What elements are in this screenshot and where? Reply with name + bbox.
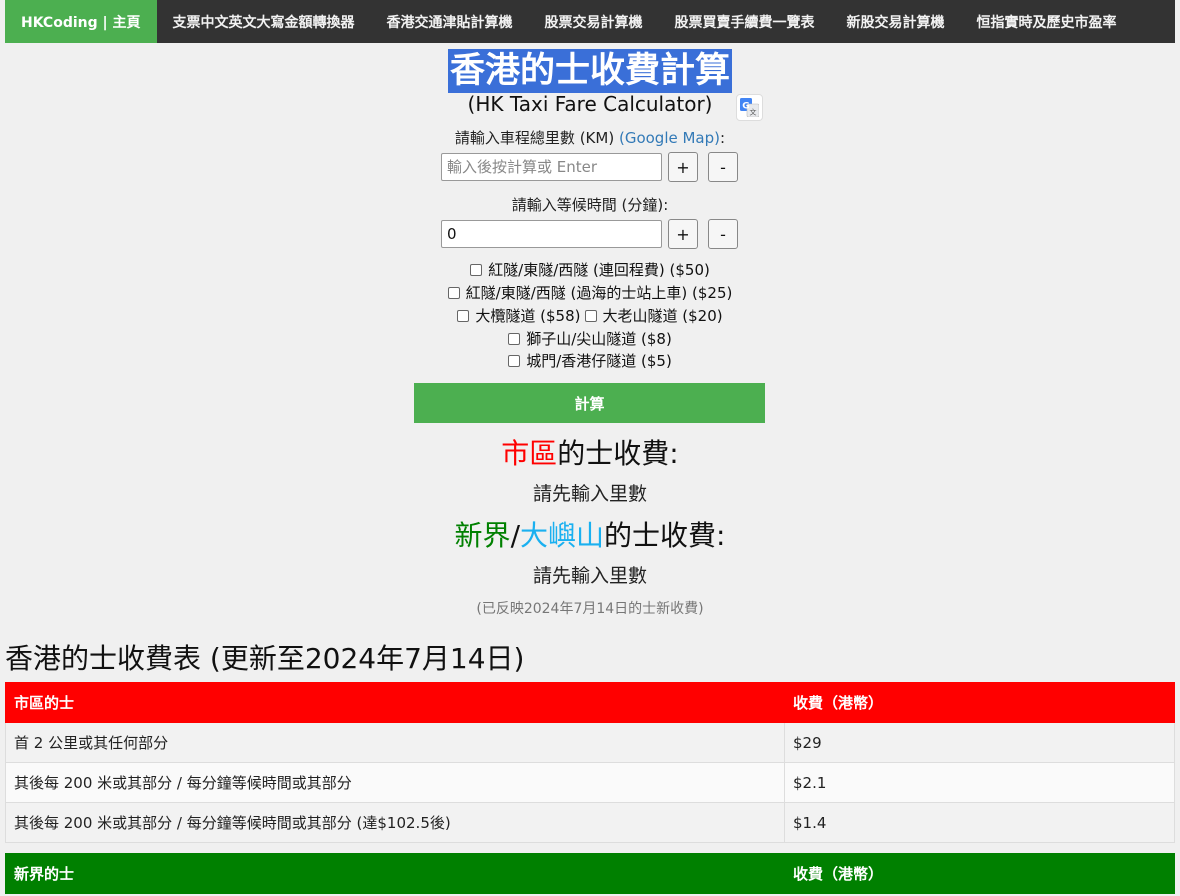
cross-harbour-return-label: 紅隧/東隧/西隧 (連回程費) ($50)	[488, 261, 710, 279]
table-cell: 其後每 200 米或其部分 / 每分鐘等候時間或其部分	[5, 762, 785, 803]
svg-text:文: 文	[750, 108, 757, 117]
urban-fare-label: 的士收費:	[557, 437, 679, 470]
nav-item-hsi-pe[interactable]: 恒指實時及歷史市盈率	[961, 0, 1133, 43]
table-header-row: 新界的士 收費（港幣）	[5, 853, 1175, 894]
table-header-row: 市區的士 收費（港幣）	[5, 682, 1175, 723]
calculate-button[interactable]: 計算	[414, 383, 765, 423]
urban-fare-heading: 市區的士收費:	[0, 432, 1180, 472]
table-cell: $29	[784, 722, 1175, 763]
cross-harbour-stand-label: 紅隧/東隧/西隧 (過海的士站上車) ($25)	[465, 284, 733, 302]
nav-item-stock-calculator[interactable]: 股票交易計算機	[529, 0, 659, 43]
table-row: 其後每 200 米或其部分 / 每分鐘等候時間或其部分 (達$102.5後) $…	[5, 802, 1175, 843]
google-translate-icon[interactable]: G 文	[736, 94, 763, 121]
tai-lo-shan-label: 大老山隧道 ($20)	[602, 307, 723, 325]
table-cell: $1.4	[784, 802, 1175, 843]
nt-label: 新界	[454, 519, 511, 552]
waiting-minus-button[interactable]: -	[708, 219, 738, 249]
table-cell: 其後每 200 米或其部分 / 每分鐘等候時間或其部分 (達$102.5後)	[5, 802, 785, 843]
nav-item-cheque-converter[interactable]: 支票中文英文大寫金額轉換器	[157, 0, 371, 43]
table-row: 首 2 公里或其任何部分 $29	[5, 722, 1175, 763]
tai-lam-label: 大欖隧道 ($58)	[475, 307, 581, 325]
checkbox-cross-harbour-stand[interactable]	[447, 287, 460, 299]
urban-fare-result: 請先輸入里數	[532, 483, 647, 505]
distance-plus-button[interactable]: +	[668, 152, 698, 182]
nav-item-ipo-calculator[interactable]: 新股交易計算機	[831, 0, 961, 43]
fare-table-title: 香港的士收費表 (更新至2024年7月14日)	[5, 642, 525, 675]
distance-label: 請輸入車程總里數 (KM) (Google Map):	[0, 127, 1180, 148]
table-cell: 首 2 公里或其任何部分	[5, 722, 785, 763]
tunnel-option-row-5: 城門/香港仔隧道 ($5)	[0, 350, 1180, 372]
nt-slash: /	[510, 519, 520, 552]
nav-item-home[interactable]: HKCoding | 主頁	[5, 0, 157, 43]
tunnel-option-row-1: 紅隧/東隧/西隧 (連回程費) ($50)	[0, 259, 1180, 281]
checkbox-lion-rock[interactable]	[508, 333, 521, 345]
nav-item-transport-subsidy[interactable]: 香港交通津貼計算機	[371, 0, 529, 43]
checkbox-tai-lam[interactable]	[457, 310, 470, 322]
page-title: 香港的士收費計算	[447, 49, 732, 93]
table-header-cell: 收費（港幣）	[784, 853, 1175, 894]
waiting-plus-button[interactable]: +	[668, 219, 698, 249]
table-header-cell: 新界的士	[5, 853, 785, 894]
tunnel-option-row-3: 大欖隧道 ($58) 大老山隧道 ($20)	[0, 305, 1180, 327]
nt-fare-result: 請先輸入里數	[532, 565, 647, 587]
table-header-cell: 收費（港幣）	[784, 682, 1175, 723]
distance-minus-button[interactable]: -	[708, 152, 738, 182]
google-map-link[interactable]: (Google Map)	[619, 129, 720, 147]
table-header-cell: 市區的士	[5, 682, 785, 723]
nt-fare-label: 的士收費:	[604, 519, 726, 552]
checkbox-tai-lo-shan[interactable]	[584, 310, 597, 322]
tunnel-option-row-2: 紅隧/東隧/西隧 (過海的士站上車) ($25)	[0, 282, 1180, 304]
distance-input[interactable]	[441, 153, 662, 181]
nt-fare-heading: 新界/大嶼山的士收費:	[0, 514, 1180, 554]
distance-label-colon: :	[720, 129, 726, 147]
table-row: 其後每 200 米或其部分 / 每分鐘等候時間或其部分 $2.1	[5, 762, 1175, 803]
distance-row: + -	[441, 152, 738, 182]
waiting-input[interactable]	[441, 220, 662, 248]
update-note: (已反映2024年7月14日的士新收費)	[476, 601, 704, 617]
lantau-label: 大嶼山	[520, 519, 605, 552]
nav-item-stock-fees[interactable]: 股票買賣手續費一覽表	[659, 0, 831, 43]
checkbox-cross-harbour-return[interactable]	[470, 264, 483, 276]
top-navigation: HKCoding | 主頁 支票中文英文大寫金額轉換器 香港交通津貼計算機 股票…	[5, 0, 1175, 43]
urban-label: 市區	[501, 437, 558, 470]
lion-rock-label: 獅子山/尖山隧道 ($8)	[526, 330, 672, 348]
tunnel-option-row-4: 獅子山/尖山隧道 ($8)	[0, 328, 1180, 350]
distance-label-text: 請輸入車程總里數 (KM)	[454, 129, 615, 147]
checkbox-shing-mun[interactable]	[508, 355, 521, 367]
urban-fare-table: 市區的士 收費（港幣） 首 2 公里或其任何部分 $29 其後每 200 米或其…	[5, 682, 1175, 843]
page-subtitle: (HK Taxi Fare Calculator)	[467, 92, 713, 116]
table-cell: $2.1	[784, 762, 1175, 803]
waiting-label: 請輸入等候時間 (分鐘):	[511, 196, 669, 214]
nt-fare-table: 新界的士 收費（港幣）	[5, 853, 1175, 894]
waiting-row: + -	[441, 219, 738, 249]
shing-mun-label: 城門/香港仔隧道 ($5)	[526, 352, 672, 370]
